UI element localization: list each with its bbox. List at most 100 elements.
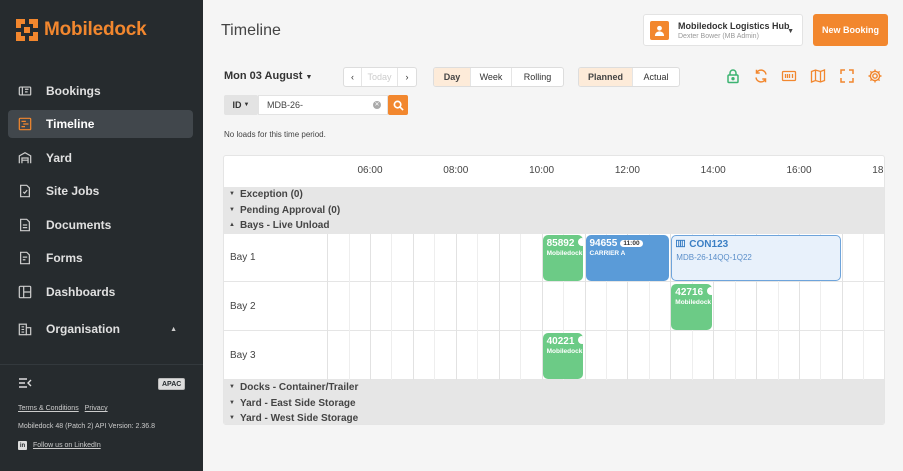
caret-down-icon: ▼ <box>305 74 313 81</box>
new-booking-button[interactable]: New Booking <box>813 14 888 46</box>
sidebar-item-timeline[interactable]: Timeline <box>8 110 193 138</box>
view-week-button[interactable]: Week <box>471 68 512 86</box>
group-label: Bays - Live Unload <box>240 220 330 231</box>
booking-id-text: 94655 <box>589 238 618 249</box>
refresh-icon[interactable] <box>753 68 769 84</box>
ticket-icon <box>18 86 32 96</box>
sidebar-item-documents[interactable]: Documents <box>8 211 193 239</box>
prev-day-button[interactable]: ‹ <box>344 68 362 86</box>
sidebar-item-forms[interactable]: Forms <box>8 244 193 272</box>
caret-down-icon: ▼ <box>229 206 235 213</box>
time-tick: 08:00 <box>443 165 469 176</box>
mode-planned-button[interactable]: Planned <box>579 68 633 86</box>
booking-card[interactable]: CON123 MDB-26-14QQ-1Q22 <box>671 235 841 281</box>
group-yard-east[interactable]: ▼ Yard - East Side Storage <box>224 395 884 411</box>
chevron-left-icon: ‹ <box>351 72 354 82</box>
caret-down-icon: ▼ <box>229 191 235 197</box>
booking-id: 40221 <box>547 336 580 347</box>
booking-id: 42716 <box>675 287 708 298</box>
group-bays-live-unload[interactable]: ▲ Bays - Live Unload <box>224 218 884 234</box>
booking-subtitle: Mobiledock <box>546 348 583 355</box>
date-picker[interactable]: Mon 03 August ▼ <box>224 70 312 82</box>
sidebar-item-label: Forms <box>46 251 83 265</box>
sidebar-item-organisation[interactable]: Organisation ▲ <box>8 315 193 343</box>
caret-down-icon: ▼ <box>229 399 235 406</box>
linkedin-label: Follow us on LinkedIn <box>33 442 101 449</box>
booking-subtitle: Mobiledock <box>675 299 712 306</box>
bay-label: Bay 2 <box>230 301 256 312</box>
caret-up-icon: ▲ <box>229 222 235 228</box>
linkedin-icon: in <box>18 441 27 450</box>
sidebar-item-dashboards[interactable]: Dashboards <box>8 278 193 306</box>
group-label: Yard - East Side Storage <box>240 397 356 409</box>
booking-id: CON123 <box>676 239 836 250</box>
sidebar-item-label: Dashboards <box>46 285 116 299</box>
next-day-button[interactable]: › <box>398 68 416 86</box>
brand-logo[interactable]: Mobiledock <box>16 19 147 41</box>
search-field-label: ID <box>232 100 242 110</box>
search-button[interactable] <box>388 95 408 115</box>
chevron-up-icon: ▲ <box>170 325 177 333</box>
booking-card[interactable]: 42716 Mobiledock <box>671 284 713 330</box>
grid-line <box>477 234 479 380</box>
grid-line <box>863 234 865 380</box>
sidebar-item-bookings[interactable]: Bookings <box>8 77 193 105</box>
barcode-icon[interactable] <box>781 68 797 84</box>
booking-card[interactable]: 85892 Mobiledock <box>542 235 584 281</box>
dashboard-icon <box>18 285 32 299</box>
group-label: Pending Approval (0) <box>240 204 341 216</box>
grid-line <box>327 234 329 380</box>
booking-id: 85892 <box>547 238 580 249</box>
booking-card[interactable]: 94655 11:00 CARRIER A <box>585 235 670 281</box>
timeline-header: 06:00 08:00 10:00 12:00 14:00 16:00 18:00 <box>224 156 884 186</box>
group-exception[interactable]: ▼ Exception (0) <box>224 187 884 203</box>
view-toggle: Day Week Rolling <box>433 67 564 87</box>
grid-line <box>348 234 350 380</box>
group-label: Yard - West Side Storage <box>240 413 359 424</box>
map-icon[interactable] <box>810 68 826 84</box>
view-day-button[interactable]: Day <box>434 68 471 86</box>
booking-subtitle: Mobiledock <box>546 250 583 257</box>
collapse-sidebar-icon[interactable] <box>18 377 32 389</box>
group-yard-west[interactable]: ▼ Yard - West Side Storage <box>224 411 884 424</box>
booking-id-text: 40221 <box>546 336 575 347</box>
status-message: No loads for this time period. <box>224 130 326 139</box>
chevron-right-icon: › <box>405 72 409 82</box>
date-nav: ‹ Today › <box>343 67 417 87</box>
search-field-select[interactable]: ID ▼ <box>224 95 258 115</box>
caret-down-icon: ▼ <box>229 415 235 421</box>
grid-line <box>434 234 436 380</box>
booking-card[interactable]: 40221 Mobiledock <box>542 333 584 379</box>
sidebar-divider <box>0 364 203 365</box>
group-pending-approval[interactable]: ▼ Pending Approval (0) <box>224 202 884 218</box>
bay-label: Bay 1 <box>230 252 256 263</box>
privacy-link[interactable]: Privacy <box>85 405 108 412</box>
caret-down-icon: ▼ <box>229 384 235 390</box>
fullscreen-icon[interactable] <box>839 68 855 84</box>
hub-selector[interactable]: Mobiledock Logistics Hub Dexter Bower (M… <box>643 14 803 46</box>
time-tick: 18:00 <box>872 165 884 176</box>
group-docks[interactable]: ▼ Docks - Container/Trailer <box>224 380 884 396</box>
booking-subtitle: CARRIER A <box>589 250 626 257</box>
bay-label: Bay 3 <box>230 350 256 361</box>
sidebar-item-site-jobs[interactable]: Site Jobs <box>8 177 193 205</box>
hub-user: Dexter Bower (MB Admin) <box>678 32 759 40</box>
booking-id-text: CON123 <box>689 239 729 250</box>
sidebar-item-label: Documents <box>46 218 112 232</box>
search-input[interactable] <box>258 95 388 115</box>
mode-actual-button[interactable]: Actual <box>633 68 679 86</box>
view-rolling-button[interactable]: Rolling <box>512 68 563 86</box>
lock-icon[interactable] <box>725 68 741 84</box>
settings-icon[interactable] <box>867 68 883 84</box>
time-tick: 10:00 <box>529 165 555 176</box>
booking-id-text: 42716 <box>675 287 704 298</box>
linkedin-link[interactable]: in Follow us on LinkedIn <box>18 441 101 450</box>
clear-search-icon[interactable]: ✕ <box>373 101 381 109</box>
sidebar-item-yard[interactable]: Yard <box>8 144 193 172</box>
main-content: Timeline Mobiledock Logistics Hub Dexter… <box>203 0 903 471</box>
time-tick: 06:00 <box>357 165 383 176</box>
document-icon <box>20 218 30 232</box>
booking-subtitle: MDB-26-14QQ-1Q22 <box>676 253 752 262</box>
today-button[interactable]: Today <box>362 68 398 86</box>
terms-link[interactable]: Terms & Conditions <box>18 405 79 412</box>
